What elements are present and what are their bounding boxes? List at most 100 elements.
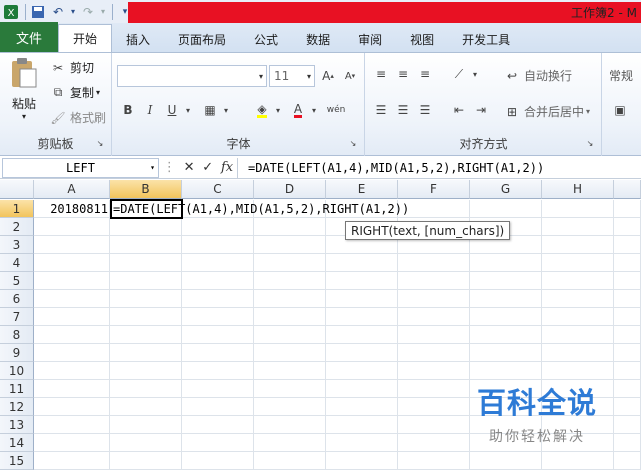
grid-cell[interactable]	[110, 362, 182, 380]
grid-cell[interactable]	[110, 290, 182, 308]
grid-cell[interactable]	[542, 326, 614, 344]
more-options-icon[interactable]: ⋮	[163, 160, 176, 175]
decrease-indent-icon[interactable]: ⇤	[450, 101, 468, 119]
grid-cell[interactable]	[614, 254, 641, 272]
grid-cell[interactable]	[614, 416, 641, 434]
grid-cell[interactable]	[326, 362, 398, 380]
currency-icon[interactable]: ▣	[611, 101, 629, 119]
grid-cell[interactable]	[182, 344, 254, 362]
grid-cell[interactable]	[254, 380, 326, 398]
tab-insert[interactable]: 插入	[112, 26, 164, 52]
grid-cell[interactable]	[110, 326, 182, 344]
align-top-icon[interactable]: ≡	[372, 65, 390, 83]
increase-indent-icon[interactable]: ⇥	[472, 101, 490, 119]
grid-cell[interactable]	[254, 308, 326, 326]
grid-cell[interactable]	[110, 272, 182, 290]
copy-button[interactable]: ⧉ 复制 ▾	[50, 84, 100, 101]
grid-cell[interactable]	[182, 236, 254, 254]
row-header[interactable]: 7	[0, 308, 34, 326]
grid-cell[interactable]	[542, 272, 614, 290]
row-header[interactable]: 8	[0, 326, 34, 344]
grid-cell[interactable]	[470, 272, 542, 290]
column-header-g[interactable]: G	[470, 180, 542, 199]
tab-review[interactable]: 审阅	[344, 26, 396, 52]
grid-cell[interactable]	[614, 200, 641, 218]
grid-cell[interactable]	[326, 344, 398, 362]
grid-cell[interactable]	[614, 452, 641, 470]
row-header[interactable]: 10	[0, 362, 34, 380]
row-header[interactable]: 5	[0, 272, 34, 290]
grid-cell[interactable]	[542, 200, 614, 218]
align-center-icon[interactable]: ☰	[394, 101, 412, 119]
grid-cell[interactable]	[470, 452, 542, 470]
tab-view[interactable]: 视图	[396, 26, 448, 52]
grid-cell[interactable]	[182, 416, 254, 434]
column-header-a[interactable]: A	[34, 180, 110, 199]
cell-a1[interactable]: 20180811	[34, 200, 110, 218]
row-header[interactable]: 12	[0, 398, 34, 416]
grid-cell[interactable]	[110, 236, 182, 254]
grid-cell[interactable]	[542, 344, 614, 362]
column-header-h[interactable]: H	[542, 180, 614, 199]
grid-cell[interactable]	[326, 254, 398, 272]
excel-app-icon[interactable]: X	[2, 3, 20, 21]
grid-cell[interactable]	[182, 254, 254, 272]
grid-cell[interactable]	[398, 290, 470, 308]
align-right-icon[interactable]: ☰	[416, 101, 434, 119]
select-all-corner[interactable]	[0, 180, 34, 199]
grid-cell[interactable]	[470, 290, 542, 308]
cut-button[interactable]: ✂ 剪切	[50, 59, 94, 76]
phonetic-icon[interactable]: wén	[327, 101, 346, 119]
grid-cell[interactable]	[542, 452, 614, 470]
tab-file[interactable]: 文件	[0, 22, 58, 52]
column-header-b[interactable]: B	[110, 180, 182, 199]
row-header[interactable]: 6	[0, 290, 34, 308]
italic-icon[interactable]: I	[141, 101, 159, 119]
grid-cell[interactable]	[34, 236, 110, 254]
column-header-e[interactable]: E	[326, 180, 398, 199]
grid-cell[interactable]	[110, 416, 182, 434]
grid-cell[interactable]	[182, 362, 254, 380]
tab-home[interactable]: 开始	[58, 24, 113, 52]
cancel-icon[interactable]: ✕	[184, 160, 195, 175]
row-header[interactable]: 9	[0, 344, 34, 362]
tab-page-layout[interactable]: 页面布局	[164, 26, 240, 52]
redo-icon[interactable]: ↷	[79, 3, 97, 21]
grid-cell[interactable]	[614, 326, 641, 344]
grid-cell[interactable]	[110, 254, 182, 272]
chevron-down-icon[interactable]: ▾	[305, 101, 323, 119]
bold-icon[interactable]: B	[119, 101, 137, 119]
chevron-down-icon[interactable]: ▾	[466, 65, 484, 83]
grid-cell[interactable]	[254, 398, 326, 416]
grid-cell[interactable]	[398, 452, 470, 470]
row-header[interactable]: 3	[0, 236, 34, 254]
grid-cell[interactable]	[542, 236, 614, 254]
row-header[interactable]: 4	[0, 254, 34, 272]
column-header-f[interactable]: F	[398, 180, 470, 199]
grid-cell[interactable]	[34, 326, 110, 344]
grid-cell[interactable]	[34, 398, 110, 416]
grid-cell[interactable]	[254, 236, 326, 254]
row-header[interactable]: 11	[0, 380, 34, 398]
column-header-c[interactable]: C	[182, 180, 254, 199]
grid-cell[interactable]	[542, 362, 614, 380]
grid-cell[interactable]	[542, 254, 614, 272]
dialog-launcher-icon[interactable]: ↘	[581, 134, 599, 152]
column-header-d[interactable]: D	[254, 180, 326, 199]
undo-icon[interactable]: ↶	[49, 3, 67, 21]
grid-cell[interactable]	[34, 272, 110, 290]
grid-cell[interactable]	[182, 290, 254, 308]
grid-cell[interactable]	[110, 380, 182, 398]
grid-cell[interactable]	[326, 416, 398, 434]
grid-cell[interactable]	[34, 218, 110, 236]
grid-cell[interactable]	[614, 434, 641, 452]
font-name-combo[interactable]: ▾	[117, 65, 267, 87]
align-bottom-icon[interactable]: ≡	[416, 65, 434, 83]
grid-cell[interactable]	[326, 452, 398, 470]
grid-cell[interactable]	[614, 218, 641, 236]
grid-cell[interactable]	[542, 218, 614, 236]
grid-cell[interactable]	[398, 344, 470, 362]
grid-cell[interactable]	[254, 326, 326, 344]
grid-cell[interactable]	[326, 272, 398, 290]
grid-cell[interactable]	[614, 344, 641, 362]
